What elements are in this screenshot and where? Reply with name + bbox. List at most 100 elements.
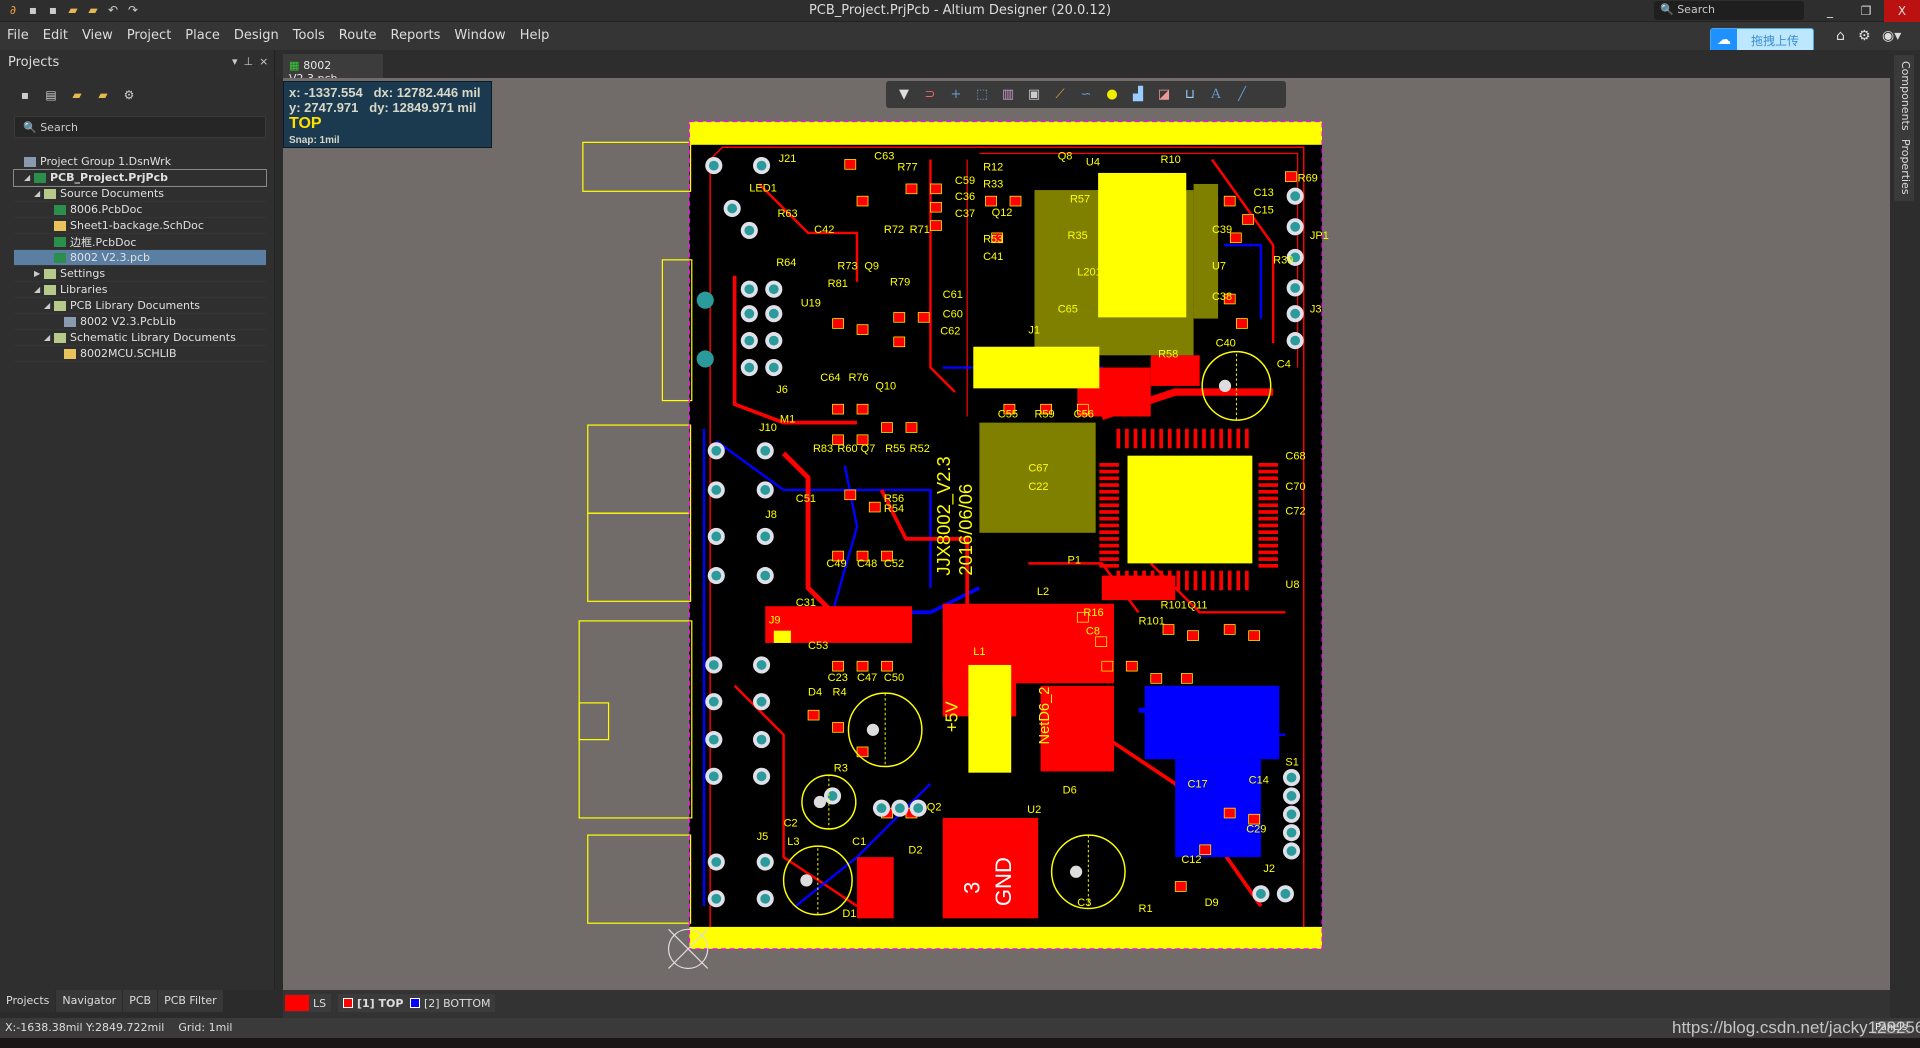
- ic-pin: [1193, 428, 1198, 449]
- document-tab[interactable]: ▦ 8002 V2.3.pcb: [283, 54, 383, 85]
- minimize-button[interactable]: _: [1812, 0, 1848, 22]
- ic-pin: [1236, 570, 1241, 591]
- align-icon[interactable]: ▥: [998, 86, 1018, 104]
- component-designator: C3: [1077, 897, 1091, 909]
- pad-hole: [768, 335, 779, 346]
- gear-icon[interactable]: ⚙: [122, 88, 136, 102]
- tree-item[interactable]: ▶ Settings: [14, 266, 266, 282]
- tree-item[interactable]: ◢ Libraries: [14, 282, 266, 298]
- tree-item[interactable]: Project Group 1.DsnWrk: [14, 154, 266, 170]
- pcb-canvas[interactable]: J21 C63 R77 R12 Q8 U4 R10 R69 LED1 C42 R72 R71 C59 C3…: [283, 78, 1890, 990]
- pad-hole: [744, 225, 755, 236]
- copper-pour: [1101, 575, 1176, 601]
- fill-icon[interactable]: ▟: [1128, 86, 1148, 104]
- tab-projects[interactable]: Projects: [0, 990, 57, 1012]
- tree-item[interactable]: 8002MCU.SCHLIB: [14, 346, 266, 362]
- capacitor-pad: [1218, 379, 1232, 393]
- menu-reports[interactable]: Reports: [384, 22, 448, 49]
- tree-item-label: Libraries: [60, 283, 108, 296]
- menu-window[interactable]: Window: [447, 22, 512, 49]
- keepout-icon[interactable]: ⊔: [1180, 86, 1200, 104]
- upload-button[interactable]: ☁ 拖拽上传: [1710, 28, 1814, 52]
- close-button[interactable]: X: [1884, 0, 1920, 22]
- layer-tabs: LS [1] TOP [2] BOTTOM: [283, 990, 1890, 1018]
- menu-view[interactable]: View: [75, 22, 120, 49]
- menu-place[interactable]: Place: [178, 22, 227, 49]
- components-panel-tab[interactable]: Components: [1894, 55, 1914, 137]
- menu-project[interactable]: Project: [120, 22, 178, 49]
- layer-tab-top[interactable]: [1] TOP: [338, 994, 409, 1012]
- tab-navigator[interactable]: Navigator: [56, 990, 124, 1012]
- menu-edit[interactable]: Edit: [36, 22, 75, 49]
- select-rect-icon[interactable]: ⬚: [972, 86, 992, 104]
- snap-icon[interactable]: ⊃: [920, 86, 940, 104]
- ic-pin: [1244, 570, 1249, 591]
- gear-icon[interactable]: ⚙: [1858, 28, 1871, 44]
- tree-item[interactable]: ◢ Schematic Library Documents: [14, 330, 266, 346]
- ic-pin: [1244, 428, 1249, 449]
- line-icon[interactable]: ╱: [1232, 86, 1252, 104]
- layer-set-tab[interactable]: LS: [285, 994, 332, 1012]
- sch-icon: [54, 220, 66, 231]
- home-icon[interactable]: ⌂: [1836, 28, 1845, 44]
- tree-item[interactable]: 8002 V2.3.pcb: [14, 250, 266, 266]
- global-search-input[interactable]: 🔍 Search: [1654, 1, 1804, 20]
- pad-hole: [768, 284, 779, 295]
- crosshair-icon[interactable]: +: [946, 86, 966, 104]
- tree-item[interactable]: 8006.PcbDoc: [14, 202, 266, 218]
- ic-pin: [1099, 476, 1119, 481]
- component-designator: R39: [1273, 255, 1293, 267]
- collapse-icon[interactable]: ◢: [34, 285, 44, 294]
- menu-help[interactable]: Help: [513, 22, 557, 49]
- folder-settings-icon[interactable]: ▰: [96, 88, 110, 102]
- menu-route[interactable]: Route: [332, 22, 384, 49]
- filter-icon[interactable]: ▼: [894, 86, 914, 104]
- menu-design[interactable]: Design: [227, 22, 286, 49]
- component-designator: L1: [973, 646, 985, 658]
- collapse-icon[interactable]: ◢: [44, 301, 54, 310]
- tree-item[interactable]: ◢ PCB_Project.PrjPcb: [13, 169, 267, 187]
- tree-item[interactable]: 边框.PcbDoc: [14, 234, 266, 250]
- menu-file[interactable]: File: [0, 22, 36, 49]
- text-icon[interactable]: A: [1206, 86, 1226, 104]
- collapse-icon[interactable]: ◢: [24, 173, 34, 182]
- component-designator: J3: [1310, 303, 1322, 315]
- properties-panel-tab[interactable]: Properties: [1894, 133, 1914, 201]
- tab-pcb-filter[interactable]: PCB Filter: [158, 990, 224, 1012]
- component-designator: R10: [1161, 154, 1181, 166]
- project-search-input[interactable]: 🔍 Search: [14, 116, 266, 138]
- ic-pin: [1258, 523, 1279, 528]
- polygon-icon[interactable]: ◪: [1154, 86, 1174, 104]
- tree-item[interactable]: Sheet1-backage.SchDoc: [14, 218, 266, 234]
- route-icon[interactable]: ⟋: [1050, 86, 1070, 104]
- via-icon[interactable]: ●: [1102, 86, 1122, 104]
- component-icon[interactable]: ▣: [1024, 86, 1044, 104]
- tree-item[interactable]: ◢ Source Documents: [14, 186, 266, 202]
- collapse-icon[interactable]: ◢: [34, 189, 44, 198]
- pcb-icon: [54, 252, 66, 263]
- user-icon[interactable]: ◉▾: [1882, 28, 1901, 44]
- tree-item[interactable]: 8002 V2.3.PcbLib: [14, 314, 266, 330]
- component-designator: U19: [801, 297, 821, 309]
- component-designator: R3: [834, 762, 848, 774]
- panel-controls[interactable]: ▾⊥×: [232, 55, 274, 68]
- pcb-board[interactable]: J21 C63R77 R12 Q8 U4 R10 R69 LED1 C42 R72 R71 C59 C3…: [283, 78, 1890, 990]
- tree-item[interactable]: ◢ PCB Library Documents: [14, 298, 266, 314]
- restore-button[interactable]: ❐: [1848, 0, 1884, 22]
- collapse-icon[interactable]: ◢: [44, 333, 54, 342]
- compile-icon[interactable]: ▤: [44, 88, 58, 102]
- menu-tools[interactable]: Tools: [286, 22, 332, 49]
- open-folder-icon[interactable]: ▰: [70, 88, 84, 102]
- layer-tab-bottom[interactable]: [2] BOTTOM: [405, 994, 496, 1012]
- net-label-netd6: NetD6_2: [1037, 687, 1053, 745]
- diff-pair-icon[interactable]: ∽: [1076, 86, 1096, 104]
- ic-pin: [1258, 469, 1279, 474]
- expand-icon[interactable]: ▶: [34, 269, 44, 278]
- tree-item-label: 8006.PcbDoc: [70, 203, 143, 216]
- smd-pad: [856, 324, 869, 335]
- component-designator: C48: [857, 558, 877, 570]
- save-icon[interactable]: ▪: [18, 88, 32, 102]
- smd-pad: [868, 501, 881, 513]
- large-pad: [1098, 172, 1187, 318]
- tab-pcb[interactable]: PCB: [123, 990, 159, 1012]
